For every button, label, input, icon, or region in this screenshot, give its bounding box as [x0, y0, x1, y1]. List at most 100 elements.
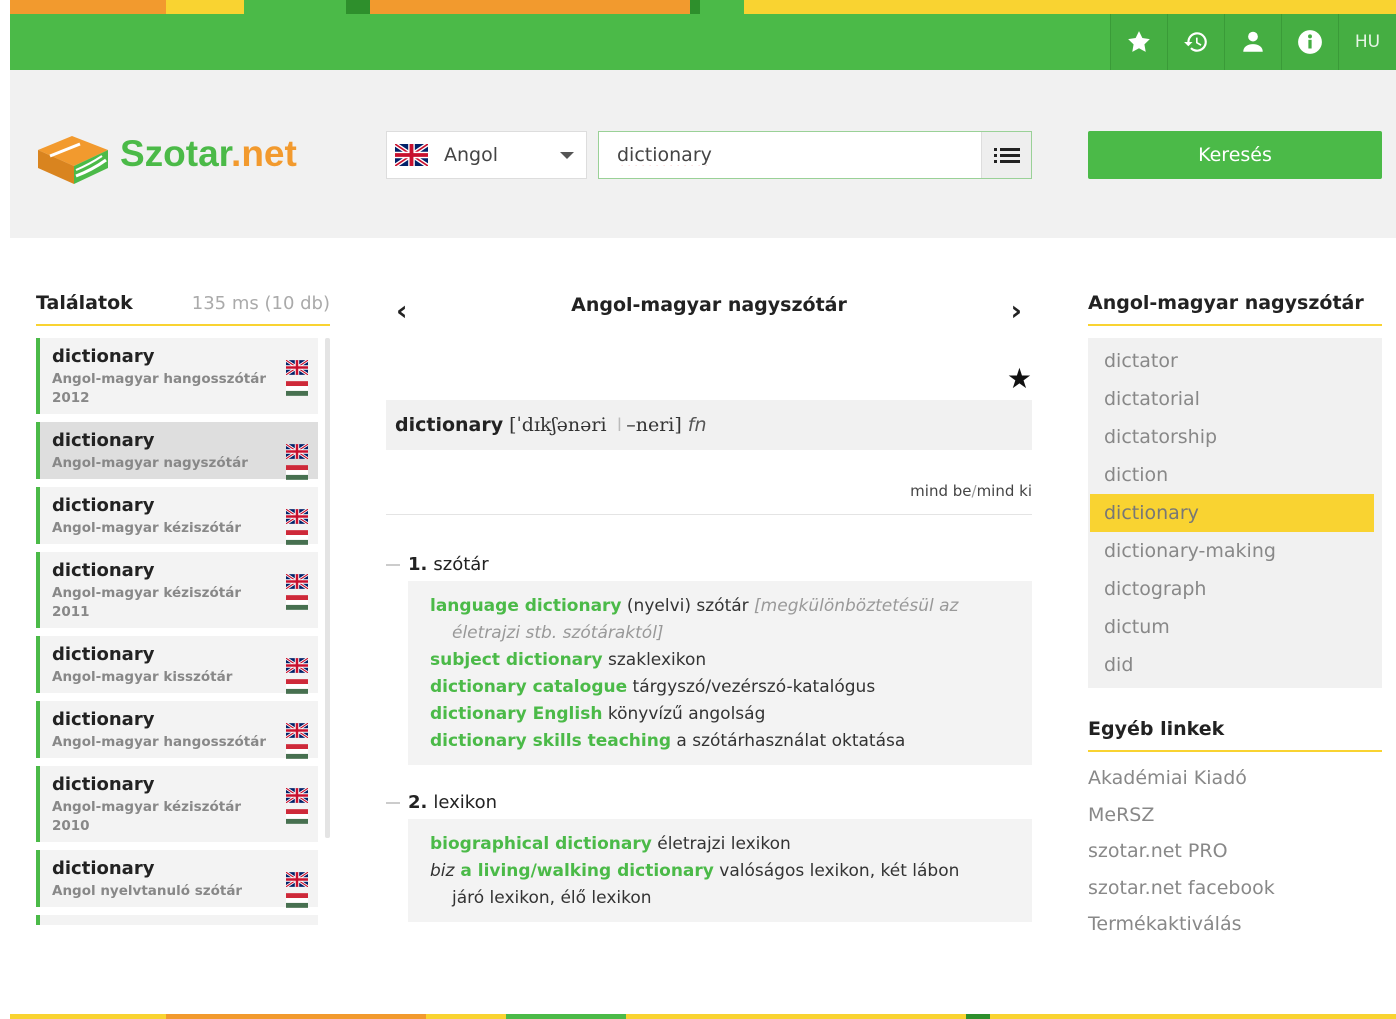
interface-language-button[interactable]: HU — [1338, 14, 1396, 70]
language-select[interactable]: Angol — [386, 131, 587, 179]
other-link[interactable]: Termékaktiválás — [1088, 906, 1382, 943]
top-navbar: HU — [10, 14, 1396, 70]
result-dictionary: Angol-magyar kisszótár — [52, 669, 233, 685]
wordlist-item[interactable]: dictionary — [1090, 494, 1374, 532]
results-list: dictionary Angol-magyar hangosszótár 2012… — [36, 338, 330, 925]
hu-flag-icon — [286, 465, 308, 480]
other-links-title: Egyéb linkek — [1088, 718, 1225, 740]
style-label: biz — [430, 861, 455, 881]
wordlist-item[interactable]: dictionary-making — [1090, 532, 1374, 570]
translation: könyvízű angolság — [602, 704, 766, 724]
translation: életrajzi lexikon — [651, 834, 791, 854]
result-item[interactable]: dictionary Angol-magyar hangosszótár 2012 — [36, 338, 318, 414]
site-logo[interactable]: Szotar.net — [36, 120, 297, 188]
sense-number: 2. — [408, 792, 428, 813]
header: Szotar.net Angol Keresés — [10, 70, 1396, 238]
wordlist-item[interactable]: dictator — [1090, 342, 1374, 380]
sense-examples: language dictionary (nyelvi) szótár [meg… — [408, 581, 1032, 765]
account-button[interactable] — [1224, 14, 1281, 70]
phrase-link[interactable]: language dictionary — [430, 596, 622, 616]
other-link[interactable]: szotar.net PRO — [1088, 833, 1382, 870]
other-link[interactable]: Akadémiai Kiadó — [1088, 760, 1382, 797]
sense-examples: biographical dictionary életrajzi lexiko… — [408, 819, 1032, 922]
history-button[interactable] — [1167, 14, 1224, 70]
chevron-down-icon — [560, 151, 574, 159]
usage-note-cont: életrajzi stb. szótáraktól] — [452, 623, 664, 643]
wordlist-header: Angol-magyar nagyszótár — [1088, 292, 1382, 326]
divider — [386, 514, 1032, 515]
language-flags — [286, 509, 308, 545]
result-item[interactable]: dictionary Angol nyelvtanuló szótár — [36, 850, 318, 908]
phrase-link[interactable]: biographical dictionary — [430, 834, 652, 854]
wordlist-panel: Angol-magyar nagyszótár dictator dictator… — [1088, 292, 1382, 688]
uk-flag-icon — [286, 723, 308, 738]
result-word: dictionary — [52, 858, 155, 879]
wordlist-item[interactable]: dictograph — [1090, 570, 1374, 608]
result-dictionary: Angol-magyar kéziszótár — [52, 520, 241, 536]
result-dictionary: Angol-magyar hangosszótár 2012 — [52, 371, 267, 406]
translation: valóságos lexikon, két lábon — [713, 861, 960, 881]
sense-header[interactable]: 2. lexikon — [386, 792, 1032, 813]
language-flags — [286, 444, 308, 480]
sense-2: 2. lexikon biographical dictionary életra… — [386, 792, 1032, 922]
language-select-label: Angol — [444, 144, 499, 166]
next-dictionary-arrow[interactable]: › — [1010, 294, 1022, 327]
uk-flag-icon — [286, 872, 308, 887]
top-icon-group: HU — [1110, 14, 1396, 70]
other-link[interactable]: MeRSZ — [1088, 797, 1382, 834]
language-flags — [286, 574, 308, 610]
phrase-link[interactable]: dictionary English — [430, 704, 602, 724]
uk-flag-icon — [395, 144, 428, 166]
hu-flag-icon — [286, 893, 308, 908]
result-dictionary: Angol-magyar kéziszótár 2011 — [52, 585, 241, 620]
sense-header[interactable]: 1. szótár — [386, 554, 1032, 575]
collapse-all-link[interactable]: mind ki — [977, 482, 1032, 500]
wordlist-item[interactable]: dictatorship — [1090, 418, 1374, 456]
wordlist-item[interactable]: dictum — [1090, 608, 1374, 646]
ipa-separator: ǀ — [616, 414, 623, 436]
info-button[interactable] — [1281, 14, 1338, 70]
result-item-partial[interactable] — [36, 915, 318, 925]
history-icon — [1184, 32, 1207, 52]
info-icon — [1298, 30, 1322, 54]
result-item[interactable]: dictionary Angol-magyar kéziszótár — [36, 487, 318, 545]
result-dictionary: Angol-magyar kéziszótár 2010 — [52, 799, 241, 834]
part-of-speech: fn — [687, 414, 707, 436]
result-item[interactable]: dictionary Angol-magyar kisszótár — [36, 636, 318, 694]
language-flags — [286, 723, 308, 759]
example-line: dictionary English könyvízű angolság — [430, 701, 1010, 728]
search-input[interactable] — [599, 132, 981, 178]
collapse-dash-icon — [386, 563, 400, 566]
example-line: dictionary skills teaching a szótárhaszn… — [430, 728, 1010, 755]
search-button[interactable]: Keresés — [1088, 131, 1382, 179]
book-logo-icon — [38, 136, 108, 184]
phrase-link[interactable]: dictionary skills teaching — [430, 731, 671, 751]
phrase-link[interactable]: a living/walking dictionary — [454, 861, 714, 881]
result-item[interactable]: dictionary Angol-magyar kéziszótár 2011 — [36, 552, 318, 628]
hu-flag-icon — [286, 809, 308, 824]
expand-all-link[interactable]: mind be — [910, 482, 971, 500]
result-item[interactable]: dictionary Angol-magyar kéziszótár 2010 — [36, 766, 318, 842]
wordlist-item[interactable]: dictatorial — [1090, 380, 1374, 418]
prev-dictionary-arrow[interactable]: ‹ — [396, 294, 408, 327]
usage-note: [megkülönböztetésül az — [754, 596, 959, 616]
translation: a szótárhasználat oktatása — [671, 731, 906, 751]
result-item[interactable]: dictionary Angol-magyar nagyszótár — [36, 422, 318, 480]
wordlist-toggle-button[interactable] — [981, 132, 1031, 178]
result-item[interactable]: dictionary Angol-magyar hangosszótár — [36, 701, 318, 759]
wordlist: dictator dictatorial dictatorship diction di… — [1088, 338, 1382, 688]
favorite-star-icon[interactable]: ★ — [1007, 362, 1032, 395]
example-line: biographical dictionary életrajzi lexiko… — [430, 831, 1010, 858]
wordlist-item[interactable]: did — [1090, 646, 1374, 684]
results-scrollbar[interactable] — [325, 338, 330, 838]
results-panel: Találatok 135 ms (10 db) dictionary Angol… — [36, 292, 330, 933]
phrase-link[interactable]: dictionary catalogue — [430, 677, 627, 697]
phrase-link[interactable]: subject dictionary — [430, 650, 603, 670]
uk-flag-icon — [286, 788, 308, 803]
other-links-panel: Egyéb linkek Akadémiai Kiadó MeRSZ szotar.… — [1088, 718, 1382, 943]
bottom-color-stripe — [10, 1014, 1396, 1019]
wordlist-item[interactable]: diction — [1090, 456, 1374, 494]
language-flags — [286, 872, 308, 908]
other-link[interactable]: szotar.net facebook — [1088, 870, 1382, 907]
favorites-button[interactable] — [1110, 14, 1167, 70]
